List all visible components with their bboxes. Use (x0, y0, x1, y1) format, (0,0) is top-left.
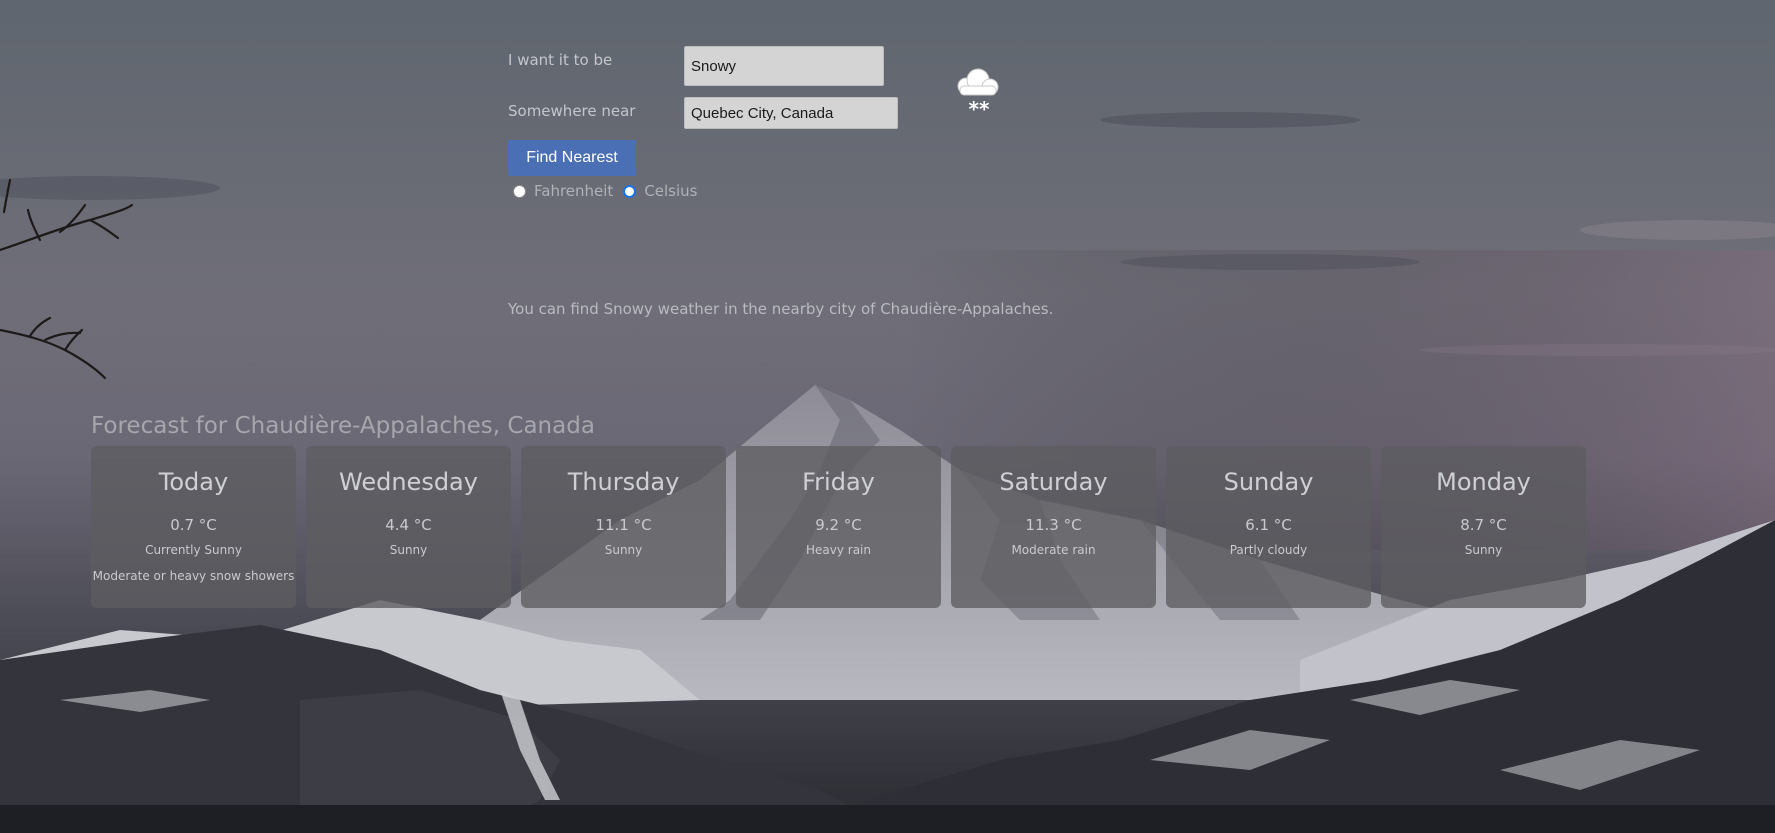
forecast-condition: Sunny (389, 543, 428, 557)
forecast-card-saturday: Saturday 11.3 °C Moderate rain (951, 446, 1156, 608)
condition-input[interactable] (684, 46, 884, 86)
forecast-day: Wednesday (339, 468, 478, 496)
forecast-day: Friday (802, 468, 875, 496)
snow-cloud-icon: ** (957, 68, 999, 118)
forecast-title: Forecast for Chaudière-Appalaches, Canad… (91, 413, 595, 439)
forecast-temp: 8.7 °C (1460, 516, 1507, 534)
forecast-card-sunday: Sunday 6.1 °C Partly cloudy (1166, 446, 1371, 608)
location-label: Somewhere near (508, 102, 636, 120)
result-message: You can find Snowy weather in the nearby… (508, 300, 1054, 318)
forecast-condition: Sunny (1464, 543, 1503, 557)
forecast-temp: 9.2 °C (815, 516, 862, 534)
forecast-day: Today (158, 468, 229, 496)
forecast-day: Saturday (999, 468, 1108, 496)
forecast-day: Monday (1436, 468, 1531, 496)
celsius-label: Celsius (644, 182, 698, 200)
svg-text:**: ** (969, 97, 990, 118)
location-input[interactable] (684, 97, 898, 129)
forecast-temp: 0.7 °C (170, 516, 217, 534)
fahrenheit-radio[interactable] (513, 184, 526, 198)
condition-label: I want it to be (508, 51, 613, 69)
forecast-condition: Currently Sunny (145, 543, 242, 557)
forecast-card-thursday: Thursday 11.1 °C Sunny (521, 446, 726, 608)
forecast-day: Thursday (567, 468, 680, 496)
celsius-radio[interactable] (623, 184, 637, 198)
forecast-condition: Heavy rain (805, 543, 871, 557)
fahrenheit-label: Fahrenheit (534, 182, 614, 200)
forecast-temp: 4.4 °C (385, 516, 432, 534)
forecast-detail: Moderate or heavy snow showers (92, 569, 295, 583)
forecast-card-monday: Monday 8.7 °C Sunny (1381, 446, 1586, 608)
forecast-condition: Partly cloudy (1229, 543, 1308, 557)
unit-selector: Fahrenheit Celsius (513, 182, 708, 200)
forecast-cards: Today 0.7 °C Currently Sunny Moderate or… (91, 446, 1586, 608)
forecast-card-today: Today 0.7 °C Currently Sunny Moderate or… (91, 446, 296, 608)
forecast-condition: Sunny (604, 543, 643, 557)
forecast-card-wednesday: Wednesday 4.4 °C Sunny (306, 446, 511, 608)
forecast-day: Sunday (1223, 468, 1314, 496)
forecast-temp: 11.1 °C (595, 516, 652, 534)
find-nearest-button[interactable]: Find Nearest (508, 140, 636, 176)
forecast-temp: 11.3 °C (1025, 516, 1082, 534)
forecast-temp: 6.1 °C (1245, 516, 1292, 534)
forecast-card-friday: Friday 9.2 °C Heavy rain (736, 446, 941, 608)
forecast-condition: Moderate rain (1011, 543, 1096, 557)
